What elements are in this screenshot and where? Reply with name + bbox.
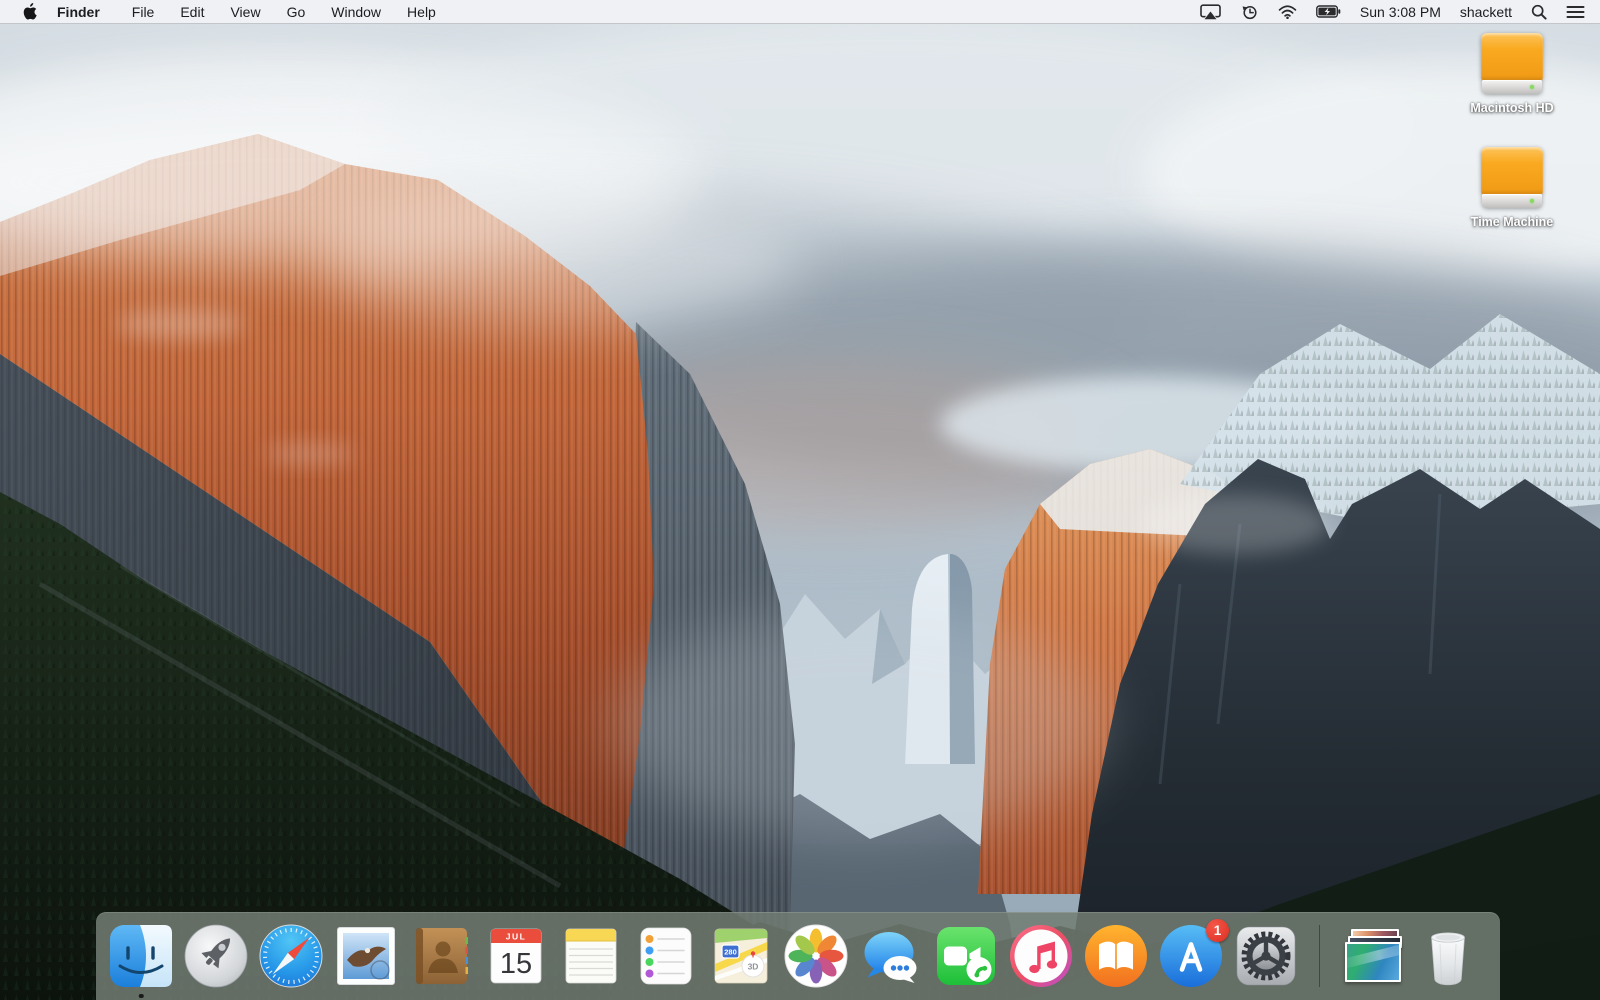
dock-item-desktop-pictures-stack[interactable]: [1341, 924, 1405, 988]
maps-3d-text: 3D: [748, 962, 759, 972]
active-app-menu[interactable]: Finder: [57, 4, 100, 20]
dock-item-finder[interactable]: [109, 924, 173, 998]
volume-label: Macintosh HD: [1470, 101, 1554, 115]
macos-desktop: Finder File Edit View Go Window Help Sun…: [0, 0, 1600, 1000]
menu-window[interactable]: Window: [331, 4, 381, 20]
menu-help[interactable]: Help: [407, 4, 436, 20]
menu-bar-left: Finder File Edit View Go Window Help: [0, 3, 436, 20]
time-machine-icon[interactable]: [1240, 4, 1259, 20]
menu-view[interactable]: View: [230, 4, 260, 20]
wifi-icon[interactable]: [1278, 4, 1297, 19]
desktop-wallpaper-el-capitan: [0, 24, 1600, 1000]
fast-user-switch-menu[interactable]: shackett: [1460, 4, 1512, 20]
dock-item-ibooks[interactable]: [1084, 924, 1148, 988]
desktop-icon-column: Macintosh HD Time Machine: [1446, 33, 1578, 229]
orange-drive-icon: [1481, 147, 1543, 208]
menu-bar: Finder File Edit View Go Window Help Sun…: [0, 0, 1600, 24]
dock-item-launchpad[interactable]: [184, 924, 248, 988]
dock-item-messages[interactable]: [859, 924, 923, 988]
dock-item-app-store[interactable]: 1: [1159, 919, 1229, 988]
menu-bar-clock[interactable]: Sun 3:08 PM: [1360, 4, 1441, 20]
dock-item-maps[interactable]: 280 3D: [709, 924, 773, 988]
dock: JUL 15 280 3D 1: [96, 912, 1500, 1000]
dock-item-trash[interactable]: [1416, 924, 1480, 988]
dock-item-itunes[interactable]: [1009, 924, 1073, 988]
dock-item-reminders[interactable]: [634, 924, 698, 988]
dock-item-system-preferences[interactable]: [1234, 924, 1298, 988]
drive-led: [1529, 84, 1534, 89]
volume-label: Time Machine: [1470, 215, 1554, 229]
menu-file[interactable]: File: [132, 4, 155, 20]
drive-led: [1529, 198, 1534, 203]
dock-item-facetime[interactable]: [934, 924, 998, 988]
dock-item-safari[interactable]: [259, 924, 323, 988]
dock-item-notes[interactable]: [559, 924, 623, 988]
spotlight-search-icon[interactable]: [1531, 4, 1547, 20]
dock-item-contacts[interactable]: [409, 924, 473, 988]
dock-item-mail[interactable]: [334, 924, 398, 988]
menu-bar-status-area: Sun 3:08 PM shackett: [1200, 4, 1600, 20]
battery-charging-icon[interactable]: [1316, 5, 1341, 18]
apple-menu-icon[interactable]: [22, 3, 37, 20]
calendar-day-text: 15: [500, 948, 532, 980]
calendar-month-text: JUL: [506, 932, 527, 942]
app-store-badge: 1: [1206, 919, 1229, 942]
desktop-volume-time-machine[interactable]: Time Machine: [1471, 147, 1553, 229]
notification-center-icon[interactable]: [1566, 5, 1585, 19]
dock-item-calendar[interactable]: JUL 15: [484, 924, 548, 988]
finder-running-indicator: [138, 993, 144, 998]
stacked-wallpapers-icon: [1341, 924, 1405, 988]
airplay-display-icon[interactable]: [1200, 3, 1221, 20]
maps-route-shield-text: 280: [724, 948, 737, 957]
orange-drive-icon: [1481, 33, 1543, 94]
dock-divider: [1319, 925, 1320, 987]
menu-go[interactable]: Go: [287, 4, 306, 20]
menu-edit[interactable]: Edit: [180, 4, 204, 20]
desktop-volume-macintosh-hd[interactable]: Macintosh HD: [1470, 33, 1554, 115]
dock-item-photos[interactable]: [784, 924, 848, 988]
